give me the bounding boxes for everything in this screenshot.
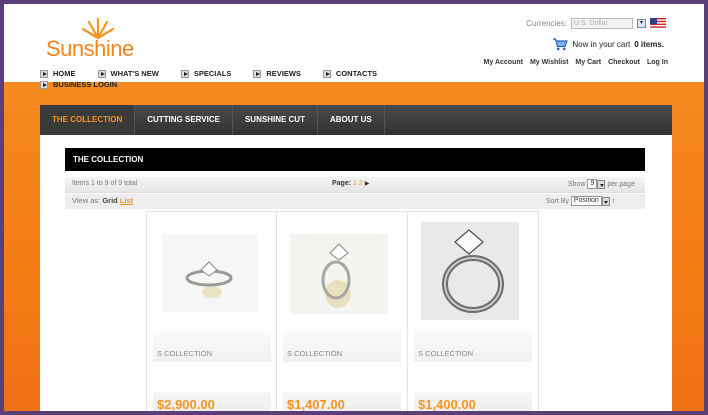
chevron-down-icon[interactable]: ▾ — [637, 19, 646, 28]
page-label: Page: — [332, 180, 352, 187]
page-title: THE COLLECTION — [65, 148, 645, 171]
category-nav: THE COLLECTION CUTTING SERVICE SUNSHINE … — [40, 105, 672, 135]
items-count: Items 1 to 9 of 9 total — [72, 180, 138, 187]
nav-whats-new-label: WHAT'S NEW — [110, 69, 159, 78]
business-login-label: BUSINESS LOGIN — [53, 80, 118, 89]
my-account-link[interactable]: My Account — [484, 59, 523, 66]
product-card[interactable]: S COLLECTION $2,900.00 — [146, 211, 277, 411]
checkout-link[interactable]: Checkout — [608, 59, 640, 66]
nav-contacts-label: CONTACTS — [335, 69, 378, 78]
nav-contacts[interactable]: CONTACTS — [322, 69, 378, 78]
login-link[interactable]: Log In — [647, 59, 668, 66]
show-per-page: Show 9 per page — [568, 179, 635, 189]
pagination: Page: 1 2 ▶ — [332, 180, 369, 187]
nav-reviews[interactable]: REVIEWS — [253, 69, 301, 78]
us-flag-icon — [650, 18, 666, 29]
product-card[interactable]: S COLLECTION $1,407.00 — [277, 211, 408, 411]
nav-home[interactable]: HOME — [40, 69, 76, 78]
bullet-arrow-icon — [40, 80, 48, 89]
account-links: My Account My Wishlist My Cart Checkout … — [484, 59, 668, 66]
page-1-link[interactable]: 1 — [353, 180, 357, 187]
nav-specials-label: SPECIALS — [193, 69, 232, 78]
sort-select[interactable]: Position — [570, 196, 602, 206]
next-page-icon[interactable]: ▶ — [365, 181, 370, 187]
business-login-link[interactable]: BUSINESS LOGIN — [40, 80, 117, 89]
currency-switcher: Currencies: U.S. Dollar ▾ — [526, 18, 666, 29]
logo-text: Sunshine — [46, 36, 134, 62]
per-page-label: per page — [607, 180, 635, 188]
product-card[interactable]: S COLLECTION $1,400.00 — [408, 211, 539, 411]
ring-image[interactable] — [421, 222, 519, 320]
main-nav: HOME WHAT'S NEW SPECIALS REVIEWS CONTACT… — [40, 69, 399, 78]
product-price: $2,900.00 — [157, 397, 215, 411]
bullet-arrow-icon — [253, 69, 262, 78]
bullet-arrow-icon — [180, 69, 189, 78]
bullet-arrow-icon — [40, 69, 48, 78]
my-cart-link[interactable]: My Cart — [575, 59, 601, 66]
tab-about-us[interactable]: ABOUT US — [318, 105, 385, 135]
site-logo[interactable]: Sunshine — [44, 16, 144, 62]
sort-by: Sort By Position ↑ — [546, 196, 615, 206]
currency-label: Currencies: — [526, 19, 567, 28]
tab-cutting-service[interactable]: CUTTING SERVICE — [135, 105, 233, 135]
view-as-label: View as: — [72, 196, 101, 205]
sort-arrow-icon[interactable]: ↑ — [612, 198, 616, 205]
chevron-down-icon[interactable] — [601, 196, 610, 206]
ring-image[interactable] — [162, 234, 258, 312]
cart-prefix: Now in your cart — [572, 39, 631, 49]
list-view-link[interactable]: List — [120, 196, 133, 205]
tab-the-collection[interactable]: THE COLLECTION — [40, 105, 136, 135]
view-toolbar: View as: Grid List Sort By Position ↑ — [65, 194, 645, 209]
nav-specials[interactable]: SPECIALS — [180, 69, 232, 78]
bullet-arrow-icon — [322, 69, 331, 78]
cart-icon — [553, 38, 569, 51]
pager-toolbar: Items 1 to 9 of 9 total Page: 1 2 ▶ Show… — [65, 177, 645, 193]
main-content: THE COLLECTION Items 1 to 9 of 9 total P… — [40, 135, 672, 411]
sort-by-label: Sort By — [546, 197, 569, 205]
ring-image[interactable] — [290, 234, 388, 314]
nav-reviews-label: REVIEWS — [266, 69, 301, 78]
product-grid: S COLLECTION $2,900.00 S COLLECTION $1,4… — [146, 211, 539, 411]
product-price: $1,407.00 — [287, 397, 345, 411]
show-label: Show — [568, 180, 586, 188]
grid-view: Grid — [102, 196, 118, 205]
nav-whats-new[interactable]: WHAT'S NEW — [97, 69, 159, 78]
show-select[interactable]: 9 — [587, 179, 598, 189]
view-as: View as: Grid List — [72, 196, 133, 205]
cart-count: 0 items. — [634, 39, 664, 49]
chevron-down-icon[interactable] — [597, 179, 606, 189]
page-2-link[interactable]: 2 — [359, 180, 363, 187]
product-price: $1,400.00 — [418, 397, 476, 411]
logo-text-rest: shine — [83, 36, 135, 61]
tab-sunshine-cut[interactable]: SUNSHINE CUT — [233, 105, 318, 135]
page-frame: Sunshine Currencies: U.S. Dollar ▾ Now i… — [4, 4, 704, 411]
my-wishlist-link[interactable]: My Wishlist — [530, 59, 568, 66]
product-name[interactable]: S COLLECTION — [157, 349, 212, 358]
bullet-arrow-icon — [97, 69, 106, 78]
product-name[interactable]: S COLLECTION — [418, 349, 473, 358]
logo-text-first: Sun — [46, 36, 84, 61]
currency-select[interactable]: U.S. Dollar — [571, 18, 633, 29]
cart-summary[interactable]: Now in your cart 0 items. — [552, 37, 664, 51]
product-name[interactable]: S COLLECTION — [287, 349, 342, 358]
nav-home-label: HOME — [53, 69, 76, 78]
